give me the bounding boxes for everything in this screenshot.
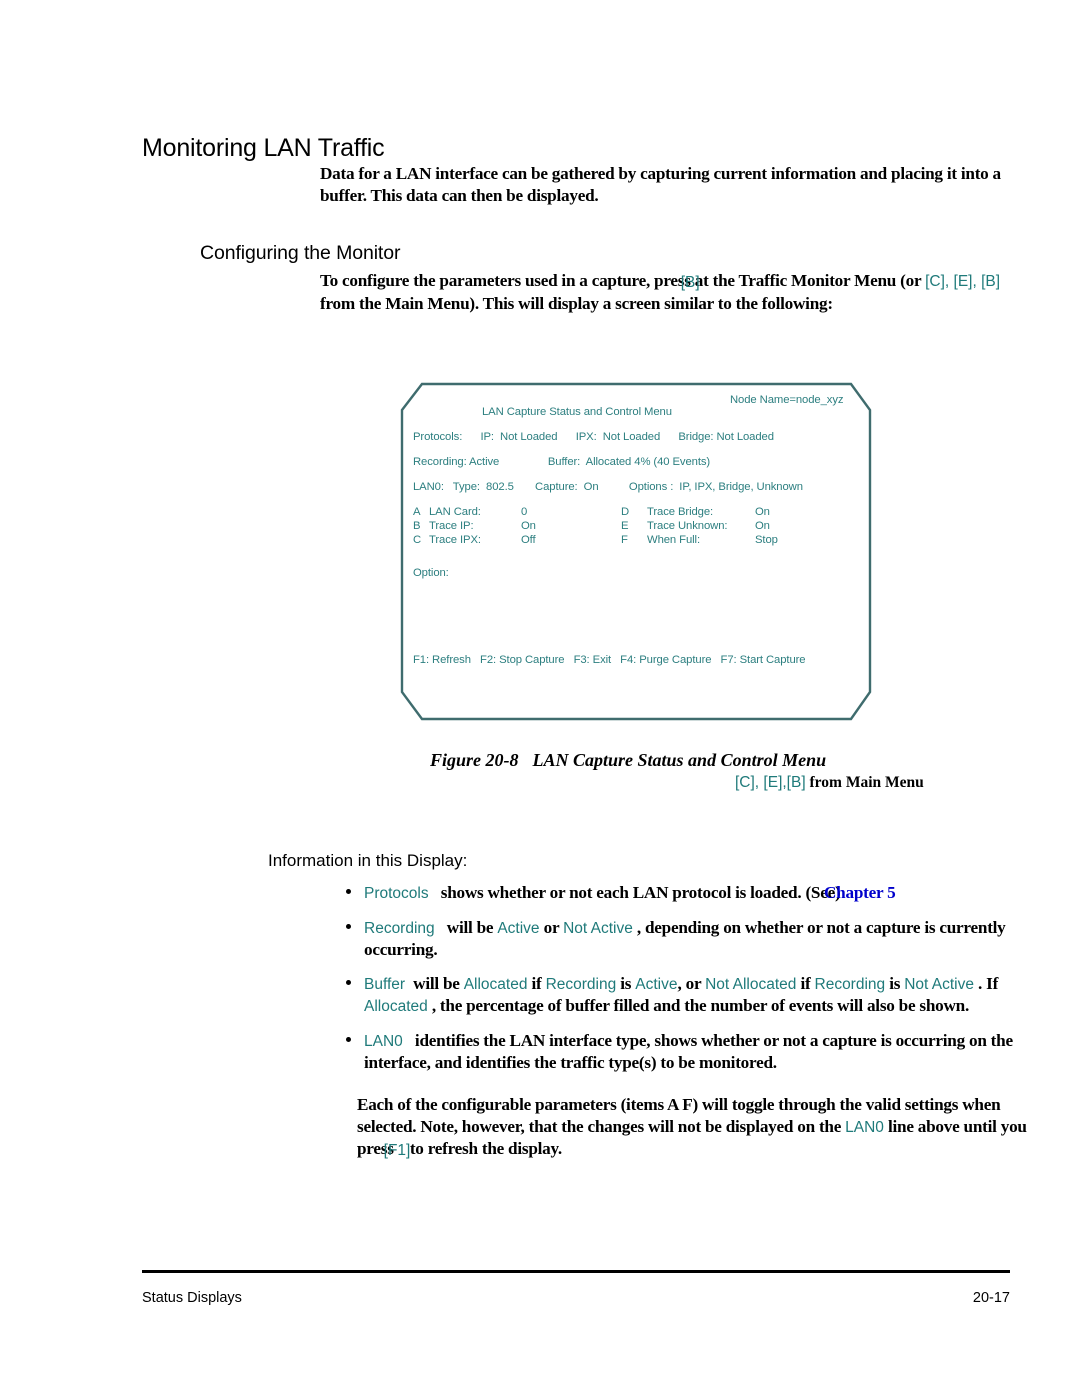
buffer-seg1: will be xyxy=(413,973,460,993)
configure-text-part2: at the Traffic Monitor Menu (or xyxy=(694,271,922,290)
value-allocated: Allocated xyxy=(463,975,528,993)
closing-paragraph: Each of the configurable parameters (ite… xyxy=(357,1095,1027,1159)
bullet-key-protocols: Protocols xyxy=(364,885,429,902)
footer-divider xyxy=(142,1270,1010,1273)
buffer-seg8: , the percentage of buffer filled and th… xyxy=(431,996,969,1015)
info-list-label: Information in this Display: xyxy=(268,851,468,870)
terminal-node-name: Node Name=node_xyz xyxy=(730,394,844,406)
info-bullet-list: Protocols shows whether or not each LAN … xyxy=(344,882,1034,1086)
param-letter-d: D xyxy=(621,506,630,518)
bullet-seg2: or xyxy=(543,917,560,937)
figure-sub-text: from Main Menu xyxy=(809,774,924,791)
value-not-allocated: Not Allocated xyxy=(705,975,797,993)
bullet-dot-icon xyxy=(346,923,351,929)
table-row[interactable]: B Trace IP: On E Trace Unknown: On xyxy=(413,520,833,534)
section-heading: Configuring the Monitor xyxy=(200,242,401,265)
bullet-seg1: will be xyxy=(446,917,494,937)
param-value-c: Off xyxy=(521,534,536,546)
param-value-f: Stop xyxy=(755,534,778,546)
terminal-function-keys: F1: Refresh F2: Stop Capture F3: Exit F4… xyxy=(413,654,806,666)
param-label-d: Trace Bridge: xyxy=(647,506,714,518)
param-letter-b: B xyxy=(413,520,421,532)
key-token-lan0: LAN0 xyxy=(845,1118,884,1136)
value-recording-2: Recording xyxy=(814,975,886,993)
buffer-seg6: is xyxy=(889,973,901,993)
buffer-seg4: , or xyxy=(677,973,702,993)
param-label-b: Trace IP: xyxy=(429,520,474,532)
list-item: Protocols shows whether or not each LAN … xyxy=(344,882,1034,905)
value-not-active-2: Not Active xyxy=(904,975,974,993)
param-letter-e: E xyxy=(621,520,629,532)
bullet-key-recording: Recording xyxy=(364,919,435,937)
terminal-protocols-line: Protocols: IP: Not Loaded IPX: Not Loade… xyxy=(413,431,774,443)
terminal-option-prompt[interactable]: Option: xyxy=(413,567,449,579)
bullet-key-lan0: LAN0 xyxy=(364,1032,403,1050)
param-letter-a: A xyxy=(413,506,421,518)
closing-part3: to refresh the display. xyxy=(409,1139,562,1158)
param-value-b: On xyxy=(521,520,536,532)
bullet-key-buffer: Buffer xyxy=(364,975,406,993)
value-not-active: Not Active xyxy=(563,919,633,937)
terminal-parameters-table: A LAN Card: 0 D Trace Bridge: On B Trace… xyxy=(413,506,833,548)
buffer-seg2: if xyxy=(531,973,542,993)
bullet-dot-icon xyxy=(346,1036,351,1042)
list-item: Recording will be Active or Not Active ,… xyxy=(344,917,1034,961)
param-label-f: When Full: xyxy=(647,534,700,546)
figure-caption-text: LAN Capture Status and Control Menu xyxy=(532,750,827,770)
buffer-seg7: . If xyxy=(978,973,999,993)
param-label-c: Trace IPX: xyxy=(429,534,481,546)
terminal-lan0-line: LAN0: Type: 802.5 Capture: On Options : … xyxy=(413,481,803,493)
table-row[interactable]: A LAN Card: 0 D Trace Bridge: On xyxy=(413,506,833,520)
param-label-a: LAN Card: xyxy=(429,506,481,518)
document-page: Monitoring LAN Traffic Data for a LAN in… xyxy=(0,0,1080,1397)
configure-text-part3: from the Main Menu). This will display a… xyxy=(320,293,833,313)
value-active: Active xyxy=(497,919,540,937)
list-item: LAN0 identifies the LAN interface type, … xyxy=(344,1030,1034,1074)
figure-subcaption: [C], [E],[B] from Main Menu xyxy=(735,774,924,792)
key-token-ceb: [C], [E], [B] xyxy=(925,273,1001,290)
terminal-recording-line: Recording: Active Buffer: Allocated 4% (… xyxy=(413,456,711,468)
value-recording-1: Recording xyxy=(545,975,617,993)
param-letter-f: F xyxy=(621,534,628,546)
param-value-a: 0 xyxy=(521,506,528,518)
bullet-text-protocols: shows whether or not each LAN protocol i… xyxy=(440,883,835,902)
footer-page-number: 20-17 xyxy=(972,1290,1010,1306)
intro-paragraph: Data for a LAN interface can be gathered… xyxy=(320,164,1001,205)
value-active-2: Active xyxy=(635,975,678,993)
configure-text-part1: To configure the parameters used in a ca… xyxy=(320,271,691,290)
param-letter-c: C xyxy=(413,534,422,546)
terminal-menu-title: LAN Capture Status and Control Menu xyxy=(482,406,672,418)
list-item: Buffer will be Allocated if Recording is… xyxy=(344,973,1034,1018)
footer-left-text: Status Displays xyxy=(142,1290,242,1306)
param-value-d: On xyxy=(755,506,770,518)
buffer-seg5: if xyxy=(800,973,811,993)
param-value-e: On xyxy=(755,520,770,532)
param-label-e: Trace Unknown: xyxy=(647,520,728,532)
figure-sub-keys: [C], [E],[B] xyxy=(735,774,806,791)
value-allocated-2: Allocated xyxy=(364,998,428,1015)
table-row[interactable]: C Trace IPX: Off F When Full: Stop xyxy=(413,534,833,548)
figure-caption: Figure 20-8 LAN Capture Status and Contro… xyxy=(430,750,826,771)
page-title: Monitoring LAN Traffic xyxy=(142,133,385,162)
terminal-screen-figure: Node Name=node_xyz LAN Capture Status an… xyxy=(400,380,873,723)
figure-number: Figure 20-8 xyxy=(430,750,519,770)
buffer-seg3: is xyxy=(620,973,632,993)
configure-paragraph: To configure the parameters used in a ca… xyxy=(320,271,1001,313)
bullet-dot-icon xyxy=(346,979,351,985)
bullet-text-lan0: identifies the LAN interface type, shows… xyxy=(364,1030,1013,1073)
bullet-dot-icon xyxy=(346,889,351,894)
